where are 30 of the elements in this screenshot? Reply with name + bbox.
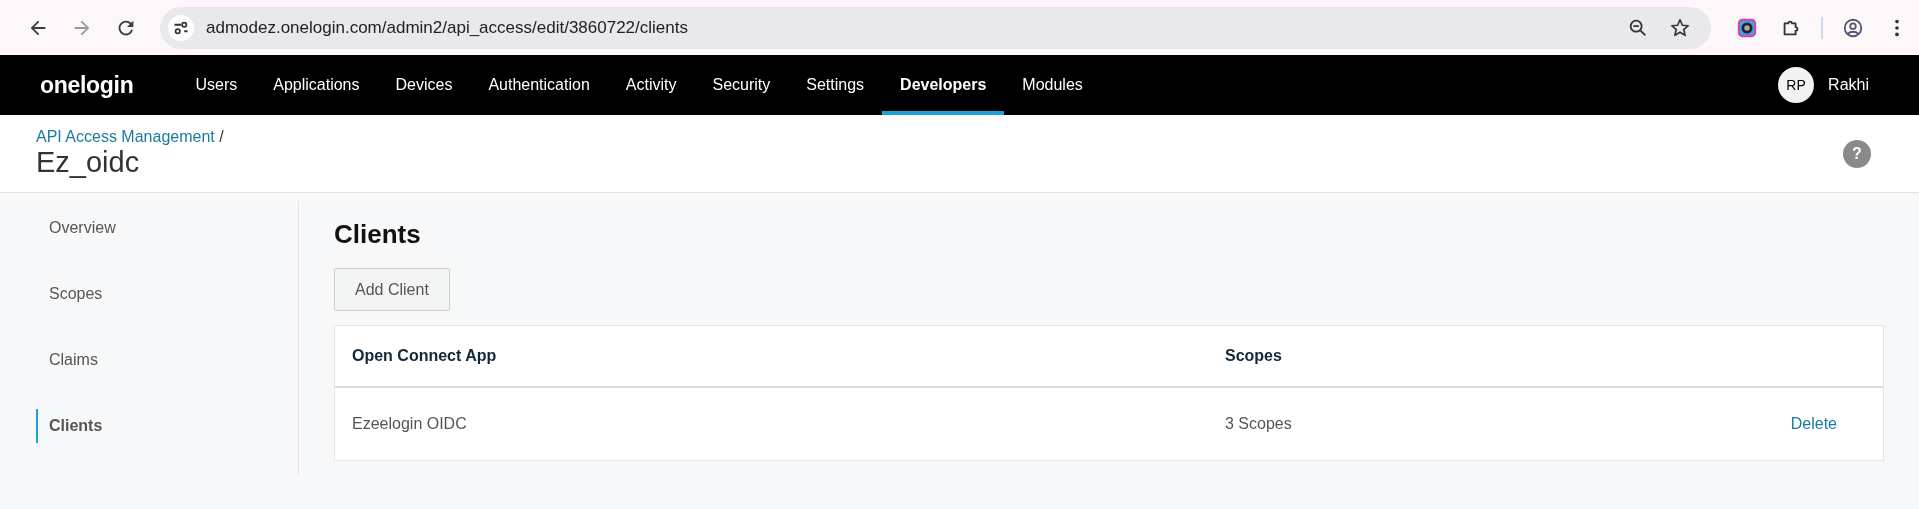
nav-tab[interactable]: Authentication [470, 55, 608, 115]
column-header: Open Connect App [351, 347, 498, 365]
star-icon[interactable] [1669, 16, 1691, 39]
sidebar-item[interactable]: Scopes [36, 277, 298, 311]
extension-icon[interactable] [1736, 16, 1758, 39]
nav-tab[interactable]: Users [177, 55, 256, 115]
nav-tab[interactable]: Security [694, 55, 789, 115]
profile-icon[interactable] [1842, 16, 1864, 39]
site-settings-icon[interactable] [168, 14, 194, 41]
user-name[interactable]: Rakhi [1828, 76, 1869, 94]
user-avatar[interactable]: RP [1778, 67, 1815, 103]
address-bar[interactable]: admodez.onelogin.com/admin2/api_access/edit/3860722/clients [160, 6, 1711, 49]
breadcrumb-separator: / [219, 128, 224, 145]
sidebar-item[interactable]: Claims [36, 343, 298, 377]
section-title: Clients [334, 219, 422, 250]
table-cell-text: 3 Scopes [1225, 415, 1293, 433]
add-client-button[interactable]: Add Client [334, 268, 450, 311]
nav-tab[interactable]: Devices [377, 55, 471, 115]
sidebar-item[interactable]: Clients [36, 409, 298, 443]
logo[interactable]: onelogin [40, 71, 134, 99]
delete-link[interactable]: Delete [1790, 415, 1837, 433]
nav-tab[interactable]: Modules [1004, 55, 1101, 115]
nav-tab[interactable]: Activity [607, 55, 695, 115]
page-title: Ez_oidc [36, 146, 141, 179]
nav-tab[interactable]: Settings [788, 55, 883, 115]
nav-tab[interactable]: Applications [255, 55, 378, 115]
column-header: Scopes [1225, 347, 1283, 365]
breadcrumb-link[interactable]: API Access Management [36, 128, 215, 145]
sidebar-item[interactable]: Overview [36, 211, 298, 245]
table-cell-text: Ezeelogin OIDC [351, 415, 468, 433]
